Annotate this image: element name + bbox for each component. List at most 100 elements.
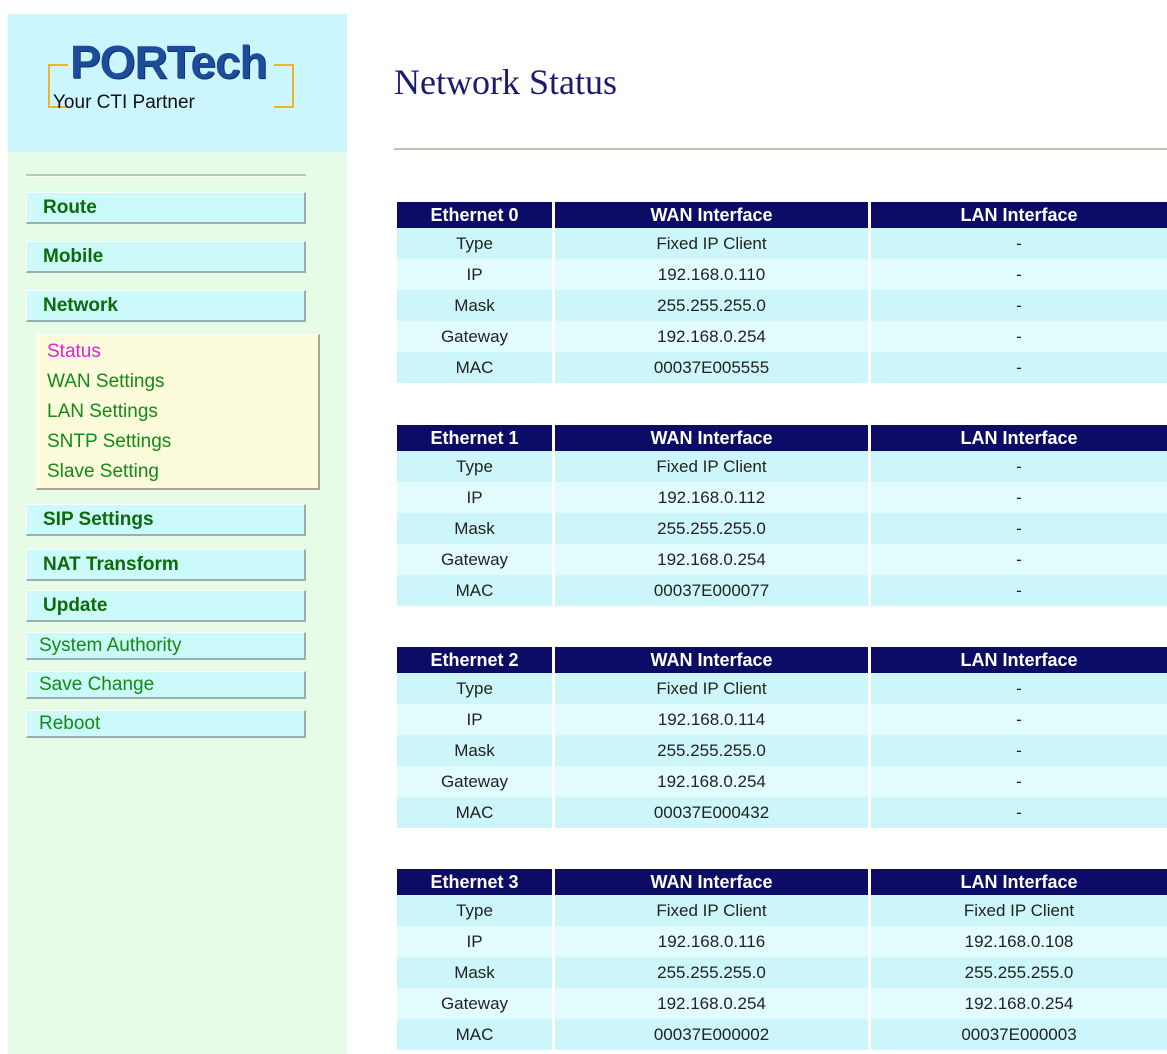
title-divider xyxy=(394,148,1167,150)
column-header: WAN Interface xyxy=(555,425,871,451)
wan-value: Fixed IP Client xyxy=(555,673,871,704)
nav-sip-settings[interactable]: SIP Settings xyxy=(26,504,306,536)
table-row: Mask 255.255.255.0 - xyxy=(397,290,1167,321)
table-row: Gateway 192.168.0.254 - xyxy=(397,766,1167,797)
subnav-sntp-settings[interactable]: SNTP Settings xyxy=(47,427,309,456)
lan-value: - xyxy=(871,704,1167,735)
lan-value: - xyxy=(871,228,1167,259)
wan-value: 00037E000432 xyxy=(555,797,871,828)
lan-value: - xyxy=(871,544,1167,575)
table-row: IP 192.168.0.110 - xyxy=(397,259,1167,290)
lan-value: 00037E000003 xyxy=(871,1019,1167,1050)
sidebar: PORTech Your CTI Partner Route Mobile Ne… xyxy=(8,14,347,1054)
wan-value: Fixed IP Client xyxy=(555,451,871,482)
lan-value: 192.168.0.108 xyxy=(871,926,1167,957)
table-row: IP 192.168.0.114 - xyxy=(397,704,1167,735)
row-label: MAC xyxy=(397,575,555,606)
lan-value: - xyxy=(871,513,1167,544)
lan-value: - xyxy=(871,735,1167,766)
lan-value: Fixed IP Client xyxy=(871,895,1167,926)
column-header: Ethernet 3 xyxy=(397,869,555,895)
wan-value: 255.255.255.0 xyxy=(555,513,871,544)
row-label: Mask xyxy=(397,957,555,988)
row-label: Mask xyxy=(397,290,555,321)
nav-nat-transform[interactable]: NAT Transform xyxy=(26,549,306,581)
network-subnav: Status WAN Settings LAN Settings SNTP Se… xyxy=(36,334,320,490)
wan-value: 192.168.0.254 xyxy=(555,988,871,1019)
wan-value: 00037E000077 xyxy=(555,575,871,606)
sidebar-divider xyxy=(26,174,306,177)
table-row: Type Fixed IP Client Fixed IP Client xyxy=(397,895,1167,926)
lan-value: - xyxy=(871,290,1167,321)
row-label: MAC xyxy=(397,352,555,383)
table-header-row: Ethernet 3 WAN Interface LAN Interface xyxy=(397,869,1167,895)
subnav-lan-settings[interactable]: LAN Settings xyxy=(47,397,309,426)
lan-value: - xyxy=(871,482,1167,513)
logo-tagline: Your CTI Partner xyxy=(53,92,195,113)
wan-value: Fixed IP Client xyxy=(555,895,871,926)
table-row: MAC 00037E000002 00037E000003 xyxy=(397,1019,1167,1050)
table-row: Type Fixed IP Client - xyxy=(397,451,1167,482)
nav-route[interactable]: Route xyxy=(26,192,306,224)
row-label: Gateway xyxy=(397,544,555,575)
nav-system-authority[interactable]: System Authority xyxy=(26,632,306,660)
ethernet-2-table: Ethernet 2 WAN Interface LAN Interface T… xyxy=(397,647,1167,828)
row-label: Mask xyxy=(397,513,555,544)
table-row: Type Fixed IP Client - xyxy=(397,228,1167,259)
row-label: MAC xyxy=(397,1019,555,1050)
lan-value: - xyxy=(871,575,1167,606)
lan-value: 192.168.0.254 xyxy=(871,988,1167,1019)
row-label: IP xyxy=(397,926,555,957)
logo-wordmark: PORTech xyxy=(70,36,268,88)
wan-value: 192.168.0.110 xyxy=(555,259,871,290)
table-row: Mask 255.255.255.0 - xyxy=(397,513,1167,544)
table-header-row: Ethernet 2 WAN Interface LAN Interface xyxy=(397,647,1167,673)
table-row: MAC 00037E000077 - xyxy=(397,575,1167,606)
subnav-status[interactable]: Status xyxy=(47,337,309,366)
column-header: LAN Interface xyxy=(871,425,1167,451)
wan-value: 192.168.0.254 xyxy=(555,766,871,797)
table-row: Gateway 192.168.0.254 192.168.0.254 xyxy=(397,988,1167,1019)
subnav-slave-setting[interactable]: Slave Setting xyxy=(47,457,309,486)
wan-value: 00037E000002 xyxy=(555,1019,871,1050)
row-label: IP xyxy=(397,482,555,513)
wan-value: 255.255.255.0 xyxy=(555,735,871,766)
row-label: IP xyxy=(397,704,555,735)
column-header: LAN Interface xyxy=(871,647,1167,673)
row-label: IP xyxy=(397,259,555,290)
row-label: Gateway xyxy=(397,988,555,1019)
lan-value: - xyxy=(871,259,1167,290)
column-header: WAN Interface xyxy=(555,202,871,228)
wan-value: 192.168.0.254 xyxy=(555,321,871,352)
logo-bracket-right xyxy=(274,64,294,108)
wan-value: 192.168.0.116 xyxy=(555,926,871,957)
nav-mobile[interactable]: Mobile xyxy=(26,241,306,273)
nav-network[interactable]: Network xyxy=(26,290,306,322)
ethernet-3-table: Ethernet 3 WAN Interface LAN Interface T… xyxy=(397,869,1167,1050)
row-label: Type xyxy=(397,228,555,259)
nav-save-change[interactable]: Save Change xyxy=(26,671,306,699)
lan-value: - xyxy=(871,673,1167,704)
row-label: Gateway xyxy=(397,321,555,352)
row-label: Mask xyxy=(397,735,555,766)
column-header: WAN Interface xyxy=(555,647,871,673)
lan-value: - xyxy=(871,451,1167,482)
wan-value: 192.168.0.254 xyxy=(555,544,871,575)
logo-panel: PORTech Your CTI Partner xyxy=(8,14,347,152)
nav-reboot[interactable]: Reboot xyxy=(26,710,306,738)
column-header: LAN Interface xyxy=(871,869,1167,895)
table-header-row: Ethernet 0 WAN Interface LAN Interface xyxy=(397,202,1167,228)
row-label: Type xyxy=(397,451,555,482)
column-header: LAN Interface xyxy=(871,202,1167,228)
lan-value: - xyxy=(871,797,1167,828)
table-row: IP 192.168.0.116 192.168.0.108 xyxy=(397,926,1167,957)
table-header-row: Ethernet 1 WAN Interface LAN Interface xyxy=(397,425,1167,451)
subnav-wan-settings[interactable]: WAN Settings xyxy=(47,367,309,396)
column-header: Ethernet 1 xyxy=(397,425,555,451)
table-row: MAC 00037E000432 - xyxy=(397,797,1167,828)
wan-value: 255.255.255.0 xyxy=(555,957,871,988)
lan-value: - xyxy=(871,352,1167,383)
portech-logo: PORTech Your CTI Partner xyxy=(38,36,308,126)
nav-update[interactable]: Update xyxy=(26,590,306,622)
ethernet-1-table: Ethernet 1 WAN Interface LAN Interface T… xyxy=(397,425,1167,606)
